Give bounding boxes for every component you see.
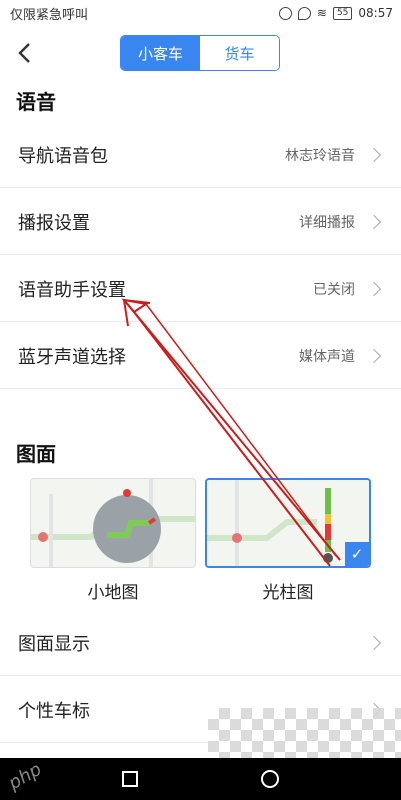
- row-label: 语音助手设置: [18, 279, 126, 301]
- row-broadcast-settings[interactable]: 播报设置 详细播报: [0, 189, 401, 255]
- card-label-lightbar: 光柱图: [262, 583, 314, 603]
- system-nav-bar: [0, 758, 401, 800]
- chevron-right-icon: [366, 635, 382, 650]
- section-title-display: 图面: [16, 442, 56, 466]
- home-button[interactable]: [261, 770, 280, 788]
- vehicle-type-switch: 小客车 货车: [120, 35, 280, 71]
- row-label: 图面显示: [18, 633, 90, 655]
- tab-truck[interactable]: 货车: [200, 36, 279, 70]
- chevron-right-icon: [366, 348, 382, 363]
- row-bluetooth-channel[interactable]: 蓝牙声道选择 媒体声道: [0, 323, 401, 389]
- recent-apps-button[interactable]: [121, 771, 138, 787]
- back-button[interactable]: [10, 36, 40, 70]
- row-voice-assistant[interactable]: 语音助手设置 已关闭: [0, 256, 401, 322]
- status-icons: ≋ 55 08:57: [278, 6, 393, 20]
- chevron-right-icon: [366, 214, 382, 229]
- map-style-options: 小地图 ✓ 光柱图: [0, 478, 401, 608]
- row-value: 已关闭: [313, 281, 355, 298]
- row-voice-pack[interactable]: 导航语音包 林志玲语音: [0, 122, 401, 188]
- tab-car[interactable]: 小客车: [121, 36, 200, 70]
- location-icon: [297, 6, 311, 20]
- top-bar: 小客车 货车: [0, 30, 401, 76]
- checkmark-icon: ✓: [345, 542, 369, 566]
- row-label: 个性车标: [18, 700, 90, 722]
- nfc-icon: [278, 6, 292, 20]
- row-value: 详细播报: [299, 214, 355, 231]
- map-style-minimap[interactable]: [30, 478, 196, 568]
- chevron-right-icon: [366, 281, 382, 296]
- row-label: 导航语音包: [18, 145, 108, 167]
- row-label: 播报设置: [18, 212, 90, 234]
- chevron-left-icon: [18, 43, 30, 63]
- section-title-voice: 语音: [16, 90, 56, 114]
- row-value: 媒体声道: [299, 348, 355, 365]
- status-bar: 仅限紧急呼叫 ≋ 55 08:57: [0, 0, 401, 26]
- clock: 08:57: [358, 6, 393, 20]
- minimap-preview-icon: [31, 479, 195, 567]
- chevron-right-icon: [366, 147, 382, 162]
- row-map-display[interactable]: 图面显示: [0, 610, 401, 676]
- battery-icon: 55: [332, 6, 353, 20]
- row-value: 林志玲语音: [285, 147, 355, 164]
- carrier-text: 仅限紧急呼叫: [10, 7, 89, 23]
- wifi-icon: ≋: [316, 6, 327, 20]
- map-style-lightbar[interactable]: ✓: [205, 478, 371, 568]
- card-label-minimap: 小地图: [87, 583, 139, 603]
- row-label: 蓝牙声道选择: [18, 346, 126, 368]
